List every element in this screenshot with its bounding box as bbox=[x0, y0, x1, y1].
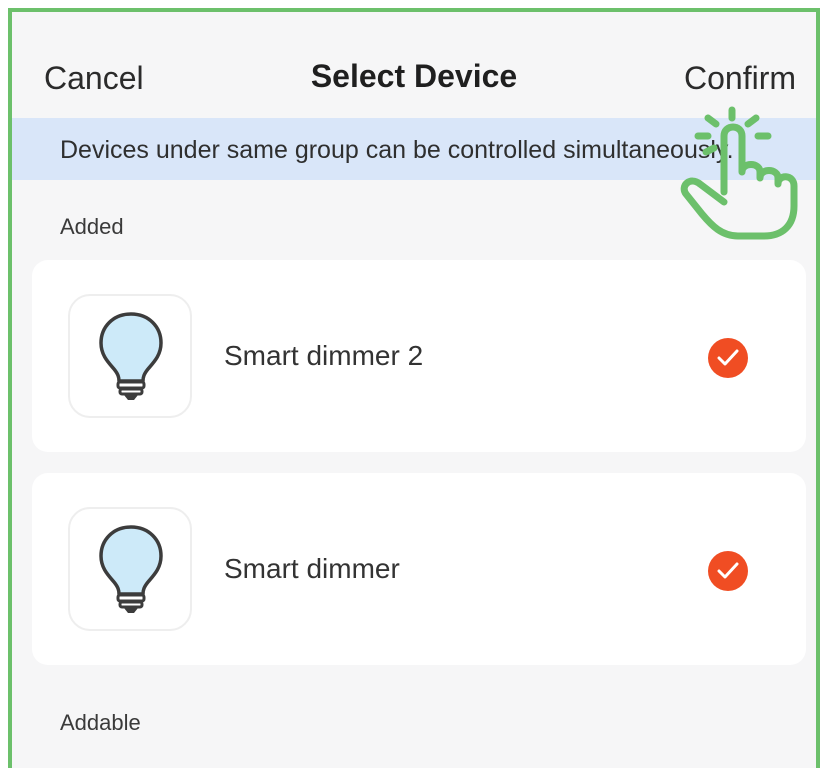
section-label-addable: Addable bbox=[60, 710, 141, 735]
nav-bar: Cancel Select Device Confirm bbox=[12, 12, 816, 118]
info-banner: Devices under same group can be controll… bbox=[12, 118, 816, 180]
section-label-added: Added bbox=[60, 214, 124, 239]
device-icon-tile bbox=[68, 294, 192, 418]
light-bulb-icon bbox=[99, 525, 163, 613]
device-row[interactable]: Smart dimmer bbox=[32, 473, 806, 665]
device-name: Smart dimmer bbox=[224, 553, 400, 584]
device-row[interactable]: Smart dimmer 2 bbox=[32, 260, 806, 452]
screen-frame: Cancel Select Device Confirm Devices und… bbox=[8, 8, 820, 768]
light-bulb-icon bbox=[99, 312, 163, 400]
selected-check-icon[interactable] bbox=[708, 551, 748, 591]
device-icon-tile bbox=[68, 507, 192, 631]
selected-check-icon[interactable] bbox=[708, 338, 748, 378]
info-banner-text: Devices under same group can be controll… bbox=[60, 136, 734, 164]
device-name: Smart dimmer 2 bbox=[224, 340, 424, 371]
confirm-button[interactable]: Confirm bbox=[684, 60, 796, 97]
